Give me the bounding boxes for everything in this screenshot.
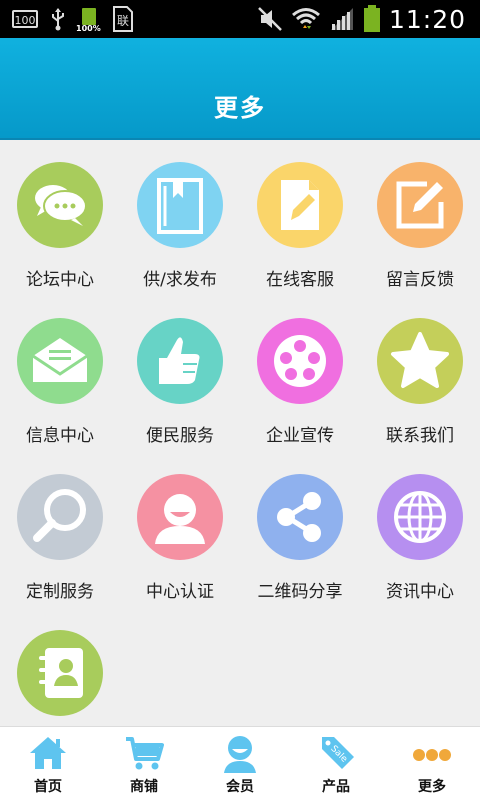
menu-item-enterprise-promo[interactable]: 企业宣传: [240, 296, 360, 452]
menu-item-forum[interactable]: 论坛中心: [0, 140, 120, 296]
menu-item-info-center[interactable]: 信息中心: [0, 296, 120, 452]
cart-icon: [126, 737, 164, 770]
menu-item-news-center[interactable]: 资讯中心: [360, 452, 480, 608]
menu-item-label: 留言反馈: [386, 270, 454, 290]
menu-item-label: 在线客服: [266, 270, 334, 290]
edit-square-icon: [396, 181, 444, 229]
battery-icon: [363, 5, 380, 32]
contact-book-icon: [39, 648, 83, 698]
wifi-icon: [291, 8, 320, 29]
menu-item-label: 二维码分享: [257, 582, 343, 602]
bottom-nav: 首页 商铺 会员 Sale 产品 更多: [0, 726, 480, 801]
nav-home[interactable]: 首页: [0, 727, 96, 801]
menu-item-certification[interactable]: 中心认证: [120, 452, 240, 608]
status-bar: 100 100% 联 11:20: [0, 0, 480, 38]
menu-item-label: 供/求发布: [143, 270, 217, 290]
nav-products[interactable]: Sale 产品: [288, 727, 384, 801]
nav-member[interactable]: 会员: [192, 727, 288, 801]
menu-item-contact-us[interactable]: 联系我们: [360, 296, 480, 452]
menu-item-label: 联系我们: [386, 426, 454, 446]
home-icon: [30, 737, 66, 769]
book-icon: [157, 178, 203, 234]
battery-small-icon: 100%: [76, 8, 101, 33]
sim-card-icon: 联: [113, 6, 133, 32]
menu-item-label: 资讯中心: [386, 582, 454, 602]
nav-shop[interactable]: 商铺: [96, 727, 192, 801]
menu-item-public-service[interactable]: 便民服务: [120, 296, 240, 452]
menu-item-custom-service[interactable]: 定制服务: [0, 452, 120, 608]
header-bar: 更多: [0, 38, 480, 140]
nav-products-label: 产品: [322, 779, 350, 795]
nav-shop-label: 商铺: [130, 779, 158, 795]
envelope-icon: [32, 338, 88, 382]
chat-bubbles-icon: [35, 185, 87, 226]
menu-item-feedback[interactable]: 留言反馈: [360, 140, 480, 296]
film-reel-icon: [274, 335, 326, 387]
more-dots-icon: [413, 749, 451, 761]
svg-text:联: 联: [117, 14, 129, 28]
menu-item-qr-share[interactable]: 二维码分享: [240, 452, 360, 608]
user-icon: [155, 494, 205, 544]
page-title: 更多: [214, 94, 266, 122]
magnifier-icon: [33, 489, 86, 542]
menu-item-label: 定制服务: [26, 582, 94, 602]
share-icon: [277, 492, 321, 542]
nav-more-label: 更多: [418, 779, 446, 795]
thumbs-up-icon: [159, 337, 200, 384]
signal-icon: [330, 8, 353, 30]
notification-box-icon: 100: [12, 10, 38, 28]
menu-item-label: 便民服务: [146, 426, 214, 446]
mute-icon: [258, 7, 282, 31]
menu-item-online-service[interactable]: 在线客服: [240, 140, 360, 296]
usb-icon: [52, 8, 64, 31]
status-time: 11:20: [388, 4, 466, 34]
sale-tag-icon: Sale: [322, 737, 354, 769]
nav-more[interactable]: 更多: [384, 727, 480, 801]
menu-item-supply-demand[interactable]: 供/求发布: [120, 140, 240, 296]
nav-member-label: 会员: [226, 779, 254, 795]
globe-icon: [394, 491, 446, 543]
nav-home-label: 首页: [34, 779, 62, 795]
star-icon: [391, 332, 449, 388]
menu-item-label: 信息中心: [26, 426, 94, 446]
menu-item-label: 企业宣传: [266, 426, 334, 446]
document-pencil-icon: [281, 180, 319, 230]
member-icon: [224, 736, 256, 773]
menu-item-label: 论坛中心: [26, 270, 94, 290]
menu-item-label: 中心认证: [146, 582, 214, 602]
